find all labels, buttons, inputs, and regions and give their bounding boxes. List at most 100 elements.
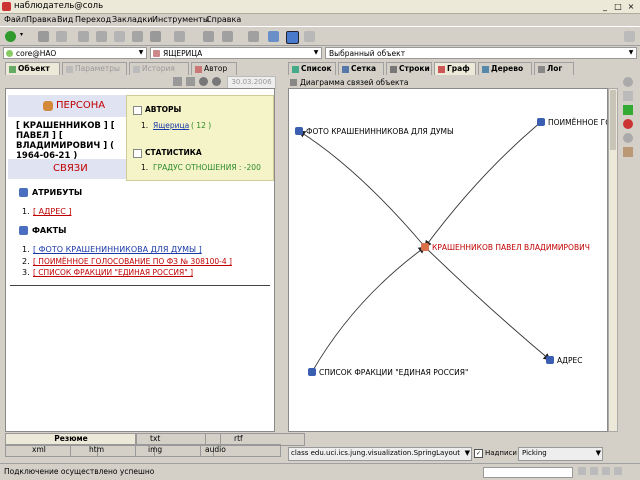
window-icon[interactable] bbox=[286, 31, 299, 44]
divider bbox=[10, 285, 270, 286]
tab-grid[interactable]: Сетка bbox=[338, 62, 384, 75]
add-dropdown-icon[interactable]: ▾ bbox=[20, 31, 25, 42]
facts-icon bbox=[19, 226, 28, 235]
graph-node-icon[interactable] bbox=[308, 368, 316, 376]
chevron-down-icon[interactable]: ▼ bbox=[596, 448, 601, 459]
stop-icon[interactable] bbox=[623, 119, 633, 129]
tab-parameters[interactable]: Параметры bbox=[62, 62, 127, 75]
save-icon[interactable] bbox=[186, 77, 195, 86]
graph-vscrollbar[interactable] bbox=[608, 88, 618, 432]
tab-author[interactable]: Автор bbox=[191, 62, 237, 75]
person-name: [ КРАШЕННИКОВ ] [ ПАВЕЛ ] [ ВЛАДИМИРОВИЧ… bbox=[16, 121, 115, 161]
graph-node-photo[interactable]: ФОТО КРАШЕНИННИКОВА ДЛЯ ДУМЫ bbox=[295, 127, 454, 136]
undo-icon[interactable] bbox=[78, 31, 89, 42]
stats-num: 1. bbox=[141, 163, 149, 172]
tab-parameters-label: Параметры bbox=[75, 64, 120, 73]
redo-icon[interactable] bbox=[96, 31, 107, 42]
fact-link-list[interactable]: [ СПИСОК ФРАКЦИИ "ЕДИНАЯ РОССИЯ" ] bbox=[33, 268, 193, 277]
side-button[interactable] bbox=[623, 133, 633, 143]
graph-title: Диаграмма связей объекта bbox=[300, 78, 409, 87]
maximize-button[interactable]: □ bbox=[613, 2, 623, 12]
tab-audio[interactable]: audio bbox=[200, 444, 281, 457]
save-icon[interactable] bbox=[222, 31, 233, 42]
side-button[interactable] bbox=[623, 91, 633, 101]
menu-go[interactable]: Переход bbox=[75, 15, 111, 24]
grid-icon[interactable] bbox=[174, 31, 185, 42]
graph-panel[interactable]: КРАШЕННИКОВ ПАВЕЛ ВЛАДИМИРОВИЧ ФОТО КРАШЕ… bbox=[288, 88, 608, 432]
fact-num: 1. bbox=[22, 245, 30, 254]
chevron-down-icon[interactable]: ▼ bbox=[137, 49, 145, 57]
graph-vscroll-thumb[interactable] bbox=[610, 90, 616, 150]
author-count: ( 12 ) bbox=[191, 121, 212, 130]
left-subtoolbar: 30.03.2006 bbox=[5, 75, 276, 89]
delete-icon[interactable] bbox=[38, 31, 49, 42]
graph-node-icon[interactable] bbox=[421, 243, 429, 251]
chevron-down-icon[interactable]: ▼ bbox=[312, 49, 320, 57]
tab-list[interactable]: Список bbox=[288, 62, 336, 75]
zoom-in-icon[interactable] bbox=[199, 77, 208, 86]
attr-link-address[interactable]: [ АДРЕС ] bbox=[33, 207, 72, 216]
add-icon[interactable] bbox=[5, 31, 16, 42]
status-bar: Подключение осуществлено успешно bbox=[0, 463, 640, 480]
store-value: core@HAO bbox=[16, 49, 57, 58]
network-icon[interactable] bbox=[268, 31, 279, 42]
menu-tools[interactable]: Инструменты bbox=[152, 15, 209, 24]
graph-header: Диаграмма связей объекта bbox=[288, 77, 608, 88]
settings-icon[interactable] bbox=[304, 31, 315, 42]
graph-node-icon[interactable] bbox=[537, 118, 545, 126]
relationship-graph[interactable]: КРАШЕННИКОВ ПАВЕЛ ВЛАДИМИРОВИЧ ФОТО КРАШЕ… bbox=[289, 89, 607, 431]
persona-label: ПЕРСОНА bbox=[56, 100, 106, 111]
fact-link-photo[interactable]: [ ФОТО КРАШЕНИННИКОВА ДЛЯ ДУМЫ ] bbox=[33, 245, 202, 254]
check-icon[interactable] bbox=[623, 105, 633, 115]
link-icon[interactable] bbox=[203, 31, 214, 42]
menu-help[interactable]: Справка bbox=[206, 15, 241, 24]
selected-object-select[interactable]: Выбранный объект ▼ bbox=[325, 47, 637, 59]
print-icon[interactable] bbox=[248, 31, 259, 42]
labels-checkbox[interactable]: ✓ bbox=[474, 449, 483, 458]
zoom-out-icon[interactable] bbox=[212, 77, 221, 86]
edit-icon[interactable] bbox=[173, 77, 182, 86]
cut-icon[interactable] bbox=[56, 31, 67, 42]
close-button[interactable]: × bbox=[626, 2, 636, 12]
menu-edit[interactable]: Правка bbox=[26, 15, 56, 24]
minimize-button[interactable]: _ bbox=[600, 2, 610, 12]
layout-select[interactable]: class edu.uci.ics.jung.visualization.Spr… bbox=[288, 447, 472, 461]
graph-edge bbox=[311, 246, 426, 373]
links-header: СВЯЗИ bbox=[8, 159, 126, 179]
tab-graph[interactable]: Граф bbox=[434, 62, 476, 75]
menu-view[interactable]: Вид bbox=[57, 15, 73, 24]
menu-bookmarks[interactable]: Закладки bbox=[112, 15, 152, 24]
tab-history[interactable]: История bbox=[129, 62, 189, 75]
tag-icon[interactable] bbox=[623, 147, 633, 157]
graph-node-icon[interactable] bbox=[546, 356, 554, 364]
side-button[interactable] bbox=[623, 77, 633, 87]
chevron-down-icon[interactable]: ▼ bbox=[465, 448, 470, 459]
graph-node-icon[interactable] bbox=[295, 127, 303, 135]
tab-log[interactable]: Лог bbox=[534, 62, 574, 75]
paste-icon[interactable] bbox=[150, 31, 161, 42]
format-tabbar: Резюме txt rtf xml htm img audio bbox=[5, 433, 305, 457]
category-select[interactable]: ЯЩЕРИЦА ▼ bbox=[150, 47, 322, 59]
object-icon bbox=[9, 66, 16, 73]
tab-graph-label: Граф bbox=[447, 64, 470, 73]
author-link[interactable]: Ящерица bbox=[153, 121, 189, 130]
fact-link-vote[interactable]: [ ПОИМЁННОЕ ГОЛОСОВАНИЕ ПО ФЗ № 308100-4… bbox=[33, 257, 232, 266]
menu-file[interactable]: Файл bbox=[4, 15, 26, 24]
graph-node-list[interactable]: СПИСОК ФРАКЦИИ "ЕДИНАЯ РОССИЯ" bbox=[308, 368, 468, 377]
tab-tree[interactable]: Дерево bbox=[478, 62, 532, 75]
mode-select[interactable]: Picking ▼ bbox=[518, 447, 603, 461]
tab-object[interactable]: Объект bbox=[5, 62, 60, 75]
graph-node-addr[interactable]: АДРЕС bbox=[546, 356, 583, 365]
tab-rows[interactable]: Строки bbox=[386, 62, 432, 75]
chevron-down-icon[interactable]: ▼ bbox=[627, 49, 635, 57]
move-icon[interactable] bbox=[114, 31, 125, 42]
parameters-icon bbox=[66, 66, 73, 73]
category-value: ЯЩЕРИЦА bbox=[163, 49, 203, 58]
attributes-icon bbox=[19, 188, 28, 197]
status-icon bbox=[602, 467, 610, 475]
title-bar: наблюдатель@соль _ □ × bbox=[0, 0, 640, 14]
graph-node-vote[interactable]: ПОИМЁННОЕ ГО bbox=[537, 118, 607, 127]
copy-icon[interactable] bbox=[132, 31, 143, 42]
store-select[interactable]: core@HAO ▼ bbox=[3, 47, 147, 59]
graph-node-center[interactable]: КРАШЕННИКОВ ПАВЕЛ ВЛАДИМИРОВИЧ bbox=[421, 243, 590, 252]
